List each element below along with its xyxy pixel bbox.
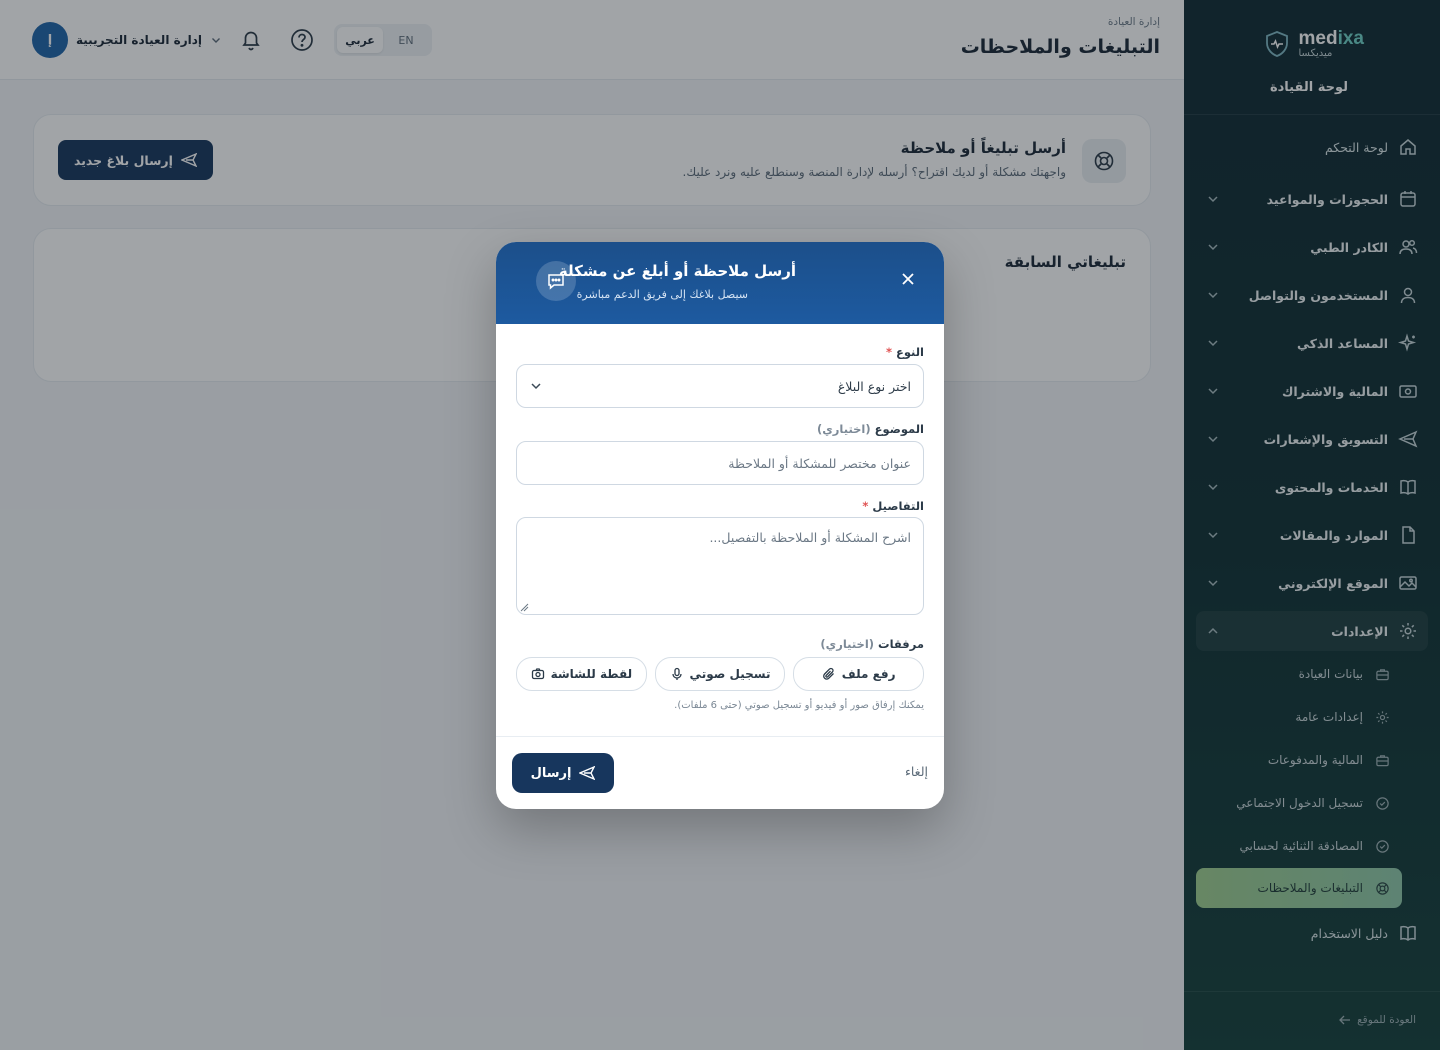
send-button[interactable]: إرسال [512, 753, 614, 793]
details-textarea[interactable]: اشرح المشكلة أو الملاحظة بالتفصيل... [516, 517, 924, 615]
optional-mark: (اختياري) [817, 422, 871, 436]
upload-file-label: رفع ملف [841, 667, 896, 681]
required-mark: * [885, 345, 892, 359]
attachments-buttons: لقطة للشاشة تسجيل صوتي رفع ملف [516, 657, 925, 691]
camera-icon [531, 668, 544, 680]
details-placeholder: اشرح المشكلة أو الملاحظة بالتفصيل... [709, 530, 911, 545]
screenshot-button[interactable]: لقطة للشاشة [516, 657, 647, 691]
close-icon[interactable] [898, 269, 918, 289]
microphone-icon [671, 667, 682, 680]
voice-record-label: تسجيل صوتي [689, 667, 771, 681]
upload-file-button[interactable]: رفع ملف [793, 657, 925, 691]
optional-mark: (اختياري) [820, 637, 875, 651]
resize-handle-icon[interactable] [519, 602, 529, 612]
attachments-label: مرفقات (اختياري) [820, 637, 924, 651]
voice-record-button[interactable]: تسجيل صوتي [654, 657, 786, 691]
type-select[interactable]: اختر نوع البلاغ [516, 364, 924, 408]
send-icon [579, 766, 596, 780]
chevron-down-icon [531, 383, 541, 390]
required-mark: * [862, 499, 869, 513]
subject-placeholder: عنوان مختصر للمشكلة أو الملاحظة [728, 455, 911, 471]
details-label: التفاصيل * [862, 499, 924, 513]
subject-input[interactable]: عنوان مختصر للمشكلة أو الملاحظة [516, 441, 924, 485]
cancel-button[interactable]: إلغاء [905, 764, 928, 779]
screenshot-label: لقطة للشاشة [550, 667, 633, 681]
feedback-modal: أرسل ملاحظة أو أبلغ عن مشكلة سيصل بلاغك … [496, 242, 944, 809]
attachments-hint: يمكنك إرفاق صور أو فيديو أو تسجيل صوتي (… [674, 700, 924, 711]
divider [496, 736, 944, 737]
modal-header: أرسل ملاحظة أو أبلغ عن مشكلة سيصل بلاغك … [496, 242, 944, 324]
modal-title: أرسل ملاحظة أو أبلغ عن مشكلة [558, 262, 796, 280]
paperclip-icon [822, 667, 834, 680]
type-label: النوع * [885, 345, 924, 359]
modal-subtitle: سيصل بلاغك إلى فريق الدعم مباشرة [576, 288, 748, 301]
type-select-value: اختر نوع البلاغ [837, 378, 911, 394]
subject-label: الموضوع (اختياري) [817, 422, 924, 436]
send-label: إرسال [530, 765, 572, 781]
